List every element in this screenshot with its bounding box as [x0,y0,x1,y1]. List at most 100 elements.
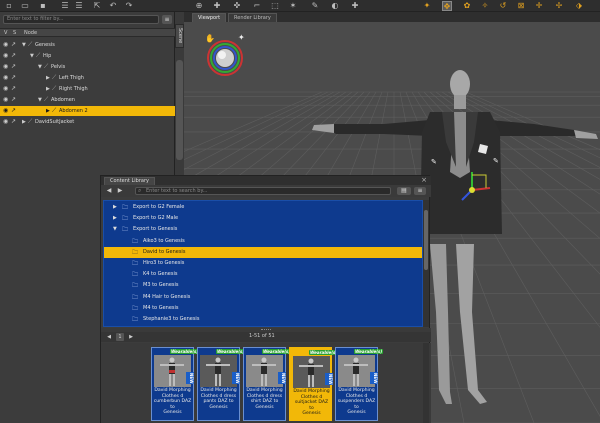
export-icon[interactable]: ⇱ [92,1,102,11]
expanded-arrow-icon[interactable]: ▼ [38,95,42,105]
scene-scrollbar[interactable] [176,60,183,160]
content-folder-row[interactable]: 🗀 Aiko3 to Genesis [104,236,422,247]
scene-node-row[interactable]: ◉ ↗ ▼ ⟋ Hip [0,51,175,61]
selectable-icon[interactable]: ↗ [11,117,16,127]
active-pose-icon[interactable]: ✿ [462,1,472,11]
folder-tree-scroll-thumb[interactable] [424,210,428,270]
content-folder-row[interactable]: ▶ 🗀 Export to G2 Female [104,202,422,213]
selectable-icon[interactable]: ↗ [11,95,16,105]
collapsed-arrow-icon[interactable]: ▶ [46,106,50,116]
collapsed-arrow-icon[interactable]: ▶ [113,213,117,224]
scene-node-row[interactable]: ◉ ↗ ▼ ⟋ Genesis [0,40,175,50]
scene-node-row[interactable]: ◉ ↗ ▶ ⟋ DavidSuitJacket [0,117,175,127]
expanded-arrow-icon[interactable]: ▼ [113,224,117,235]
visibility-eye-icon[interactable]: ◉ [3,51,8,61]
content-item-thumbnail[interactable]: Wearable(s) NEW David Morphing Clothes d d… [197,347,246,421]
expanded-arrow-icon[interactable]: ▼ [30,51,34,61]
selectable-icon[interactable]: ↗ [11,84,16,94]
pose-tool-icon[interactable]: ✦ [422,1,432,11]
content-search-input[interactable]: Enter text to search by... [135,187,391,195]
wearable-badge: Wearable(s) [309,350,339,355]
menu-icon[interactable]: ≡ [162,15,172,24]
scene-node-row[interactable]: ◉ ↗ ▶ ⟋ Left Thigh [0,73,175,83]
selectable-column-header[interactable]: S [13,30,16,36]
selectable-icon[interactable]: ↗ [11,62,16,72]
content-item-thumbnail[interactable]: Wearable(s) NEW David Morphing Clothes d c… [151,347,200,421]
scene-side-tab[interactable]: Scene [175,24,184,48]
page-number[interactable]: 1 [116,333,124,341]
visibility-eye-icon[interactable]: ◉ [3,62,8,72]
camera-tool-icon[interactable]: ◐ [330,1,340,11]
content-folder-row[interactable]: ▼ 🗀 Export to Genesis [104,224,422,235]
expanded-arrow-icon[interactable]: ▼ [38,62,42,72]
translate-tool-icon[interactable]: ✧ [480,1,490,11]
geometry-tool-icon[interactable]: ⬚ [270,1,280,11]
next-page-icon[interactable]: ▶ [127,333,135,341]
menu-icon[interactable]: ≡ [414,187,426,195]
collapsed-arrow-icon[interactable]: ▶ [46,73,50,83]
content-folder-row[interactable]: 🗀 Hiro3 to Genesis [104,258,422,269]
scene-filter-input[interactable]: Enter text to filter by... [3,15,159,24]
visibility-eye-icon[interactable]: ◉ [3,73,8,83]
content-item-thumbnail[interactable]: Wearable(s) NEW David Morphing Clothes d s… [335,347,384,421]
view-options-icon[interactable]: ▤ [397,187,411,195]
collapsed-arrow-icon[interactable]: ▶ [113,202,117,213]
redo-icon[interactable]: ↷ [124,1,134,11]
scene-node-row[interactable]: ◉ ↗ ▼ ⟋ Pelvis [0,62,175,72]
paint-tool-icon[interactable]: ⌐ [252,1,262,11]
content-folder-row[interactable]: 🗀 M4 to Genesis [104,303,422,314]
close-icon[interactable]: × [421,176,427,184]
content-folder-row[interactable]: 🗀 K4 to Genesis [104,269,422,280]
visibility-eye-icon[interactable]: ◉ [3,106,8,116]
region-tool-icon[interactable]: ✛ [534,1,544,11]
expanded-arrow-icon[interactable]: ▼ [22,40,26,50]
save-icon[interactable]: ▪ [38,1,48,11]
back-arrow-icon[interactable]: ◀ [104,187,114,195]
content-item-thumbnail[interactable]: Wearable(s) NEW David Morphing Clothes d s… [289,347,339,421]
visible-column-header[interactable]: V [4,30,7,36]
visibility-eye-icon[interactable]: ◉ [3,95,8,105]
visibility-eye-icon[interactable]: ◉ [3,84,8,94]
spot-render-icon[interactable]: ✚ [212,1,222,11]
node-column-header[interactable]: Node [24,30,37,36]
selectable-icon[interactable]: ↗ [11,73,16,83]
forward-arrow-icon[interactable]: ▶ [115,187,125,195]
visibility-eye-icon[interactable]: ◉ [3,117,8,127]
content-folder-row[interactable]: ▶ 🗀 Export to G2 Male [104,213,422,224]
light-tool-icon[interactable]: ✚ [350,1,360,11]
scene-node-row[interactable]: ◉ ↗ ▶ ⟋ Abdomen 2 [0,106,175,116]
rotate-tool-icon[interactable]: ↺ [498,1,508,11]
content-folder-row[interactable]: 🗀 David to Genesis [104,246,422,258]
selectable-icon[interactable]: ↗ [11,106,16,116]
universal-tool-icon[interactable]: ✥ [442,1,452,11]
scene-node-row[interactable]: ◉ ↗ ▶ ⟋ Right Thigh [0,84,175,94]
splitter-grip-icon[interactable] [261,329,271,331]
joint-tool-icon[interactable]: ✶ [288,1,298,11]
open-folder-icon[interactable]: ▭ [20,1,30,11]
visibility-eye-icon[interactable]: ◉ [3,40,8,50]
content-folder-row[interactable]: 🗀 M4 Hair to Genesis [104,292,422,303]
gizmo-tool-icon[interactable]: ✢ [554,1,564,11]
previous-page-icon[interactable]: ◀ [105,333,113,341]
bone-tool-icon[interactable]: ✎ [310,1,320,11]
content-item-thumbnail[interactable]: Wearable(s) NEW David Morphing Clothes d d… [243,347,292,421]
content-library-tab[interactable]: Content Library [104,177,155,185]
transform-tool-icon[interactable]: ⬗ [574,1,584,11]
selectable-icon[interactable]: ↗ [11,40,16,50]
content-folder-row[interactable]: 🗀 M3 to Genesis [104,280,422,291]
undo-icon[interactable]: ↶ [108,1,118,11]
selectable-icon[interactable]: ↗ [11,51,16,61]
new-file-icon[interactable]: ▫ [4,1,14,11]
node-tool-icon[interactable]: ⊕ [194,1,204,11]
redo-list-icon[interactable]: ☰ [74,1,84,11]
thumbnails-scrollbar[interactable] [423,343,429,423]
content-folder-row[interactable]: 🗀 Stephanie3 to Genesis [104,314,422,325]
navigation-sphere-icon[interactable]: ✋ ✦ [205,33,245,76]
scene-node-row[interactable]: ◉ ↗ ▼ ⟋ Abdomen [0,95,175,105]
content-item-caption: David Morphing Clothes d dress pants DAZ… [200,388,237,410]
collapsed-arrow-icon[interactable]: ▶ [22,117,26,127]
collapsed-arrow-icon[interactable]: ▶ [46,84,50,94]
surface-tool-icon[interactable]: ✜ [232,1,242,11]
scale-tool-icon[interactable]: ⊠ [516,1,526,11]
undo-list-icon[interactable]: ☰ [60,1,70,11]
